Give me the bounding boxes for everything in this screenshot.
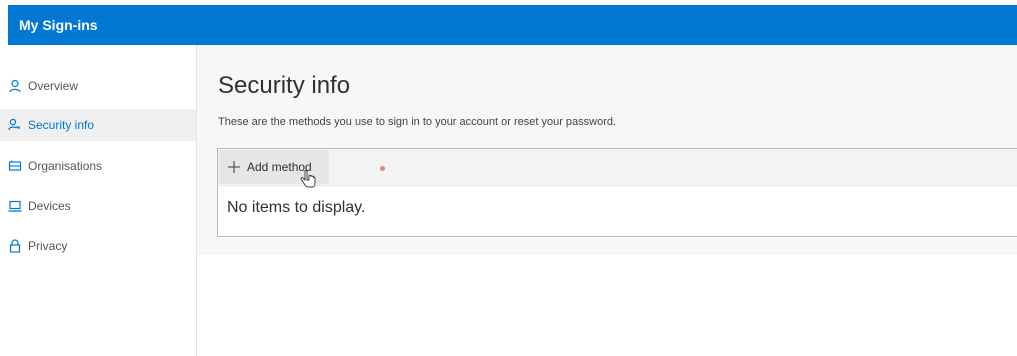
sidebar-item-label: Overview <box>28 79 79 93</box>
empty-state-message: No items to display. <box>227 199 366 216</box>
sidebar-nav: Overview Security info Organisations Dev… <box>0 45 197 356</box>
sidebar-item-organisations[interactable]: Organisations <box>0 150 196 182</box>
sidebar-item-overview[interactable]: Overview <box>0 70 196 102</box>
devices-icon <box>8 199 22 213</box>
sidebar-item-devices[interactable]: Devices <box>0 190 196 222</box>
sidebar-item-security-info[interactable]: Security info <box>0 109 196 141</box>
sidebar-item-privacy[interactable]: Privacy <box>0 230 196 262</box>
lock-icon <box>8 239 22 253</box>
app-title[interactable]: My Sign-ins <box>8 17 98 33</box>
sidebar-item-label: Organisations <box>28 159 103 173</box>
main-content: Security info These are the methods you … <box>197 45 1017 255</box>
top-bar: My Sign-ins <box>8 5 1017 45</box>
hand-cursor-icon <box>299 169 317 189</box>
sidebar-item-label: Devices <box>28 199 71 213</box>
sidebar-item-label: Privacy <box>28 239 68 253</box>
page-title: Security info <box>218 72 351 99</box>
person-icon <box>8 79 22 93</box>
plus-icon <box>227 160 241 174</box>
methods-list: Add method No items to display. <box>217 148 1017 237</box>
click-indicator-dot <box>380 166 385 171</box>
methods-toolbar: Add method <box>218 149 1017 189</box>
security-info-icon <box>8 118 22 132</box>
page-subtitle: These are the methods you use to sign in… <box>218 116 617 128</box>
sidebar-item-label: Security info <box>28 118 95 132</box>
organisations-icon <box>8 159 22 173</box>
